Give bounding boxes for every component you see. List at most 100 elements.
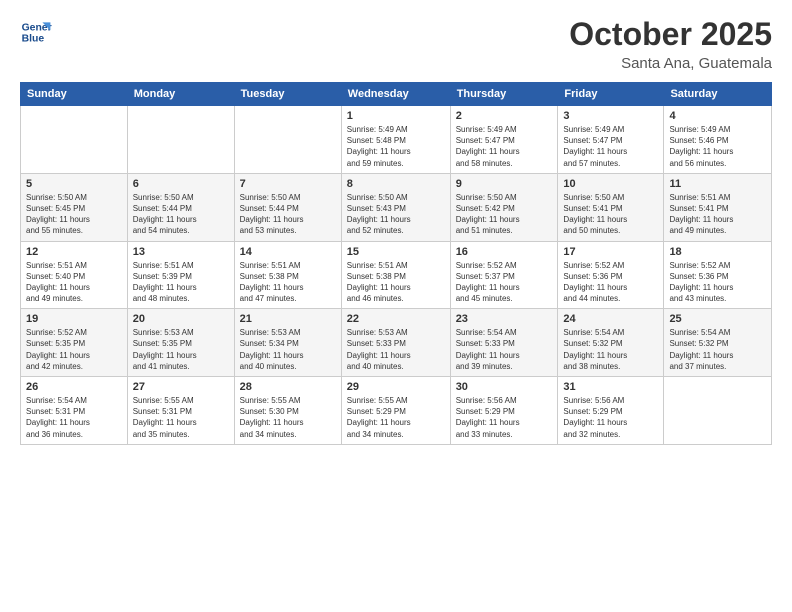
week-row: 26 Sunrise: 5:54 AM Sunset: 5:31 PM Dayli… [21, 377, 772, 445]
day-info: Sunrise: 5:56 AM Sunset: 5:29 PM Dayligh… [456, 395, 553, 440]
day-header-friday: Friday [558, 83, 664, 106]
calendar-cell: 20 Sunrise: 5:53 AM Sunset: 5:35 PM Dayli… [127, 309, 234, 377]
day-number: 18 [669, 246, 766, 258]
day-info: Sunrise: 5:55 AM Sunset: 5:29 PM Dayligh… [347, 395, 445, 440]
calendar-cell: 1Sunrise: 5:49 AM Sunset: 5:48 PM Daylig… [341, 106, 450, 174]
day-info: Sunrise: 5:51 AM Sunset: 5:39 PM Dayligh… [133, 260, 229, 305]
logo: General Blue [20, 16, 52, 48]
day-header-tuesday: Tuesday [234, 83, 341, 106]
day-info: Sunrise: 5:51 AM Sunset: 5:40 PM Dayligh… [26, 260, 122, 305]
calendar-cell: 13 Sunrise: 5:51 AM Sunset: 5:39 PM Dayli… [127, 241, 234, 309]
calendar-cell: 9 Sunrise: 5:50 AM Sunset: 5:42 PM Daylig… [450, 173, 558, 241]
week-row: 1Sunrise: 5:49 AM Sunset: 5:48 PM Daylig… [21, 106, 772, 174]
day-info: Sunrise: 5:49 AM Sunset: 5:47 PM Dayligh… [456, 124, 553, 169]
day-number: 16 [456, 246, 553, 258]
day-info: Sunrise: 5:52 AM Sunset: 5:35 PM Dayligh… [26, 327, 122, 372]
day-info: Sunrise: 5:50 AM Sunset: 5:43 PM Dayligh… [347, 192, 445, 237]
day-info: Sunrise: 5:55 AM Sunset: 5:31 PM Dayligh… [133, 395, 229, 440]
calendar-cell [664, 377, 772, 445]
day-info: Sunrise: 5:50 AM Sunset: 5:41 PM Dayligh… [563, 192, 658, 237]
calendar-cell: 24 Sunrise: 5:54 AM Sunset: 5:32 PM Dayli… [558, 309, 664, 377]
day-number: 17 [563, 246, 658, 258]
day-header-saturday: Saturday [664, 83, 772, 106]
calendar-cell: 7Sunrise: 5:50 AM Sunset: 5:44 PM Daylig… [234, 173, 341, 241]
calendar-cell: 27 Sunrise: 5:55 AM Sunset: 5:31 PM Dayli… [127, 377, 234, 445]
day-number: 5 [26, 178, 122, 190]
day-number: 3 [563, 110, 658, 122]
day-number: 29 [347, 381, 445, 393]
day-info: Sunrise: 5:54 AM Sunset: 5:32 PM Dayligh… [563, 327, 658, 372]
day-info: Sunrise: 5:50 AM Sunset: 5:42 PM Dayligh… [456, 192, 553, 237]
day-info: Sunrise: 5:52 AM Sunset: 5:36 PM Dayligh… [669, 260, 766, 305]
calendar-cell: 5 Sunrise: 5:50 AM Sunset: 5:45 PM Daylig… [21, 173, 128, 241]
title-block: October 2025 Santa Ana, Guatemala [569, 16, 772, 72]
day-info: Sunrise: 5:54 AM Sunset: 5:32 PM Dayligh… [669, 327, 766, 372]
day-number: 8 [347, 178, 445, 190]
logo-icon: General Blue [20, 16, 52, 48]
day-number: 6 [133, 178, 229, 190]
day-number: 12 [26, 246, 122, 258]
calendar-cell: 19 Sunrise: 5:52 AM Sunset: 5:35 PM Dayli… [21, 309, 128, 377]
day-number: 2 [456, 110, 553, 122]
calendar-cell: 15Sunrise: 5:51 AM Sunset: 5:38 PM Dayli… [341, 241, 450, 309]
calendar-cell: 23 Sunrise: 5:54 AM Sunset: 5:33 PM Dayli… [450, 309, 558, 377]
day-number: 10 [563, 178, 658, 190]
week-row: 12 Sunrise: 5:51 AM Sunset: 5:40 PM Dayli… [21, 241, 772, 309]
day-info: Sunrise: 5:51 AM Sunset: 5:41 PM Dayligh… [669, 192, 766, 237]
week-row: 5 Sunrise: 5:50 AM Sunset: 5:45 PM Daylig… [21, 173, 772, 241]
calendar-cell: 30 Sunrise: 5:56 AM Sunset: 5:29 PM Dayli… [450, 377, 558, 445]
calendar-table: SundayMondayTuesdayWednesdayThursdayFrid… [20, 82, 772, 445]
calendar-cell: 16Sunrise: 5:52 AM Sunset: 5:37 PM Dayli… [450, 241, 558, 309]
week-row: 19 Sunrise: 5:52 AM Sunset: 5:35 PM Dayli… [21, 309, 772, 377]
month-title: October 2025 [569, 16, 772, 53]
day-header-sunday: Sunday [21, 83, 128, 106]
day-number: 4 [669, 110, 766, 122]
location: Santa Ana, Guatemala [569, 55, 772, 72]
calendar-cell: 8 Sunrise: 5:50 AM Sunset: 5:43 PM Daylig… [341, 173, 450, 241]
calendar-cell: 14Sunrise: 5:51 AM Sunset: 5:38 PM Dayli… [234, 241, 341, 309]
day-number: 20 [133, 313, 229, 325]
calendar-cell: 4 Sunrise: 5:49 AM Sunset: 5:46 PM Daylig… [664, 106, 772, 174]
day-number: 11 [669, 178, 766, 190]
day-number: 23 [456, 313, 553, 325]
calendar-cell [234, 106, 341, 174]
calendar-cell: 3 Sunrise: 5:49 AM Sunset: 5:47 PM Daylig… [558, 106, 664, 174]
day-info: Sunrise: 5:53 AM Sunset: 5:35 PM Dayligh… [133, 327, 229, 372]
calendar-cell: 28Sunrise: 5:55 AM Sunset: 5:30 PM Dayli… [234, 377, 341, 445]
day-header-thursday: Thursday [450, 83, 558, 106]
day-number: 14 [240, 246, 336, 258]
day-number: 25 [669, 313, 766, 325]
calendar-cell: 25 Sunrise: 5:54 AM Sunset: 5:32 PM Dayli… [664, 309, 772, 377]
day-info: Sunrise: 5:50 AM Sunset: 5:44 PM Dayligh… [240, 192, 336, 237]
day-info: Sunrise: 5:49 AM Sunset: 5:46 PM Dayligh… [669, 124, 766, 169]
calendar-cell: 22Sunrise: 5:53 AM Sunset: 5:33 PM Dayli… [341, 309, 450, 377]
day-number: 26 [26, 381, 122, 393]
day-number: 9 [456, 178, 553, 190]
page-header: General Blue October 2025 Santa Ana, Gua… [20, 16, 772, 72]
day-header-wednesday: Wednesday [341, 83, 450, 106]
day-number: 13 [133, 246, 229, 258]
day-info: Sunrise: 5:49 AM Sunset: 5:47 PM Dayligh… [563, 124, 658, 169]
day-number: 22 [347, 313, 445, 325]
svg-text:Blue: Blue [22, 34, 45, 45]
day-number: 15 [347, 246, 445, 258]
day-header-monday: Monday [127, 83, 234, 106]
calendar-cell: 18 Sunrise: 5:52 AM Sunset: 5:36 PM Dayli… [664, 241, 772, 309]
day-number: 30 [456, 381, 553, 393]
day-number: 19 [26, 313, 122, 325]
calendar-cell: 6Sunrise: 5:50 AM Sunset: 5:44 PM Daylig… [127, 173, 234, 241]
calendar-page: General Blue October 2025 Santa Ana, Gua… [0, 0, 792, 612]
day-info: Sunrise: 5:49 AM Sunset: 5:48 PM Dayligh… [347, 124, 445, 169]
calendar-cell: 29 Sunrise: 5:55 AM Sunset: 5:29 PM Dayli… [341, 377, 450, 445]
day-info: Sunrise: 5:55 AM Sunset: 5:30 PM Dayligh… [240, 395, 336, 440]
calendar-cell: 2 Sunrise: 5:49 AM Sunset: 5:47 PM Daylig… [450, 106, 558, 174]
day-info: Sunrise: 5:50 AM Sunset: 5:45 PM Dayligh… [26, 192, 122, 237]
day-number: 24 [563, 313, 658, 325]
day-info: Sunrise: 5:54 AM Sunset: 5:33 PM Dayligh… [456, 327, 553, 372]
calendar-cell: 26 Sunrise: 5:54 AM Sunset: 5:31 PM Dayli… [21, 377, 128, 445]
day-number: 27 [133, 381, 229, 393]
day-number: 31 [563, 381, 658, 393]
calendar-cell: 21Sunrise: 5:53 AM Sunset: 5:34 PM Dayli… [234, 309, 341, 377]
calendar-cell: 31Sunrise: 5:56 AM Sunset: 5:29 PM Dayli… [558, 377, 664, 445]
day-info: Sunrise: 5:54 AM Sunset: 5:31 PM Dayligh… [26, 395, 122, 440]
